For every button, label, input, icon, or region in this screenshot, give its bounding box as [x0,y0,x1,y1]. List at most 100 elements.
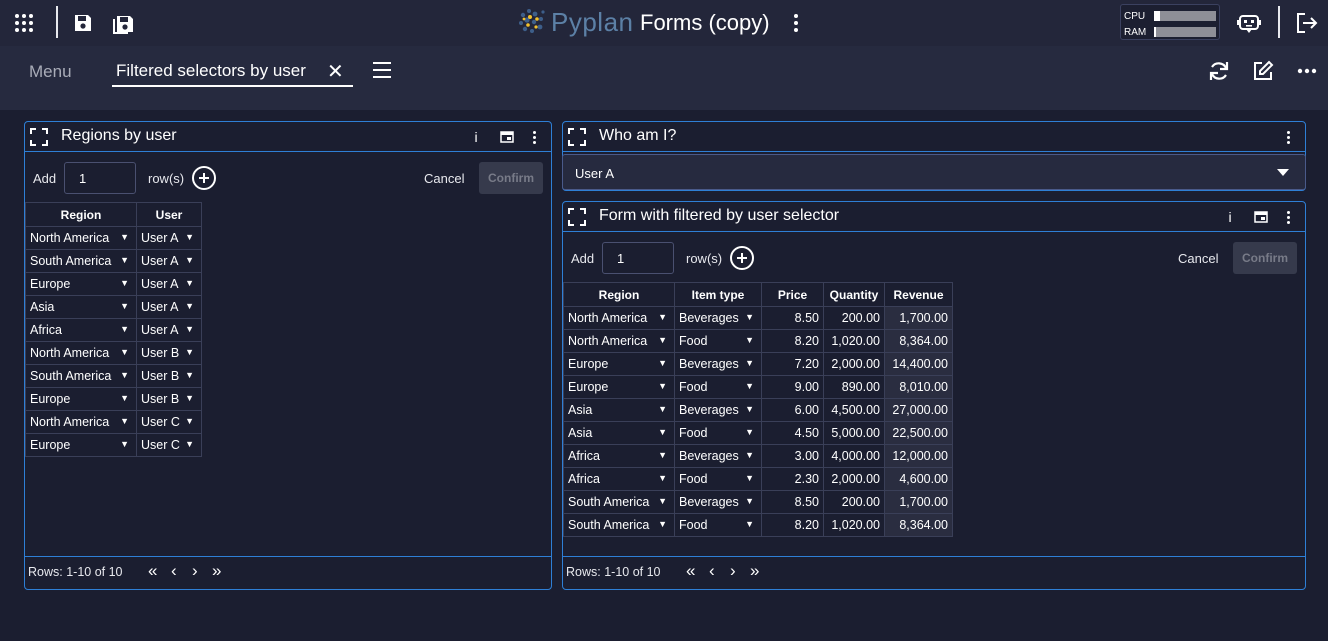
user-select-cell[interactable]: User A ▼ [136,318,202,342]
dropdown-arrow-icon[interactable]: ▼ [120,370,129,380]
add-row-button[interactable] [192,166,216,190]
apps-grid-icon[interactable] [12,0,36,46]
refresh-icon[interactable] [1206,58,1232,84]
dropdown-arrow-icon[interactable]: ▼ [658,450,667,460]
logout-icon[interactable] [1294,0,1320,46]
dropdown-arrow-icon[interactable]: ▼ [745,404,754,414]
region-select-cell[interactable]: North America ▼ [25,410,137,434]
region-select-cell[interactable]: Africa ▼ [563,467,675,491]
price-cell[interactable]: 6.00 [761,398,824,422]
dropdown-arrow-icon[interactable]: ▼ [658,496,667,506]
table-view-icon[interactable] [499,128,515,146]
dropdown-arrow-icon[interactable]: ▼ [120,255,129,265]
column-header-revenue[interactable]: Revenue [884,282,953,307]
dropdown-arrow-icon[interactable]: ▼ [745,312,754,322]
price-cell[interactable]: 8.50 [761,306,824,330]
user-select-cell[interactable]: User B ▼ [136,341,202,365]
region-select-cell[interactable]: Europe ▼ [25,433,137,457]
dropdown-arrow-icon[interactable]: ▼ [745,381,754,391]
dropdown-arrow-icon[interactable]: ▼ [120,278,129,288]
quantity-cell[interactable]: 4,500.00 [823,398,885,422]
dropdown-arrow-icon[interactable]: ▼ [745,519,754,529]
edit-icon[interactable] [1250,58,1276,84]
close-tab-icon[interactable]: ✕ [327,59,344,84]
hamburger-menu-icon[interactable] [373,62,391,78]
panel-more-icon[interactable] [1281,208,1295,226]
user-select-cell[interactable]: User C ▼ [136,410,202,434]
region-select-cell[interactable]: North America ▼ [25,226,137,250]
price-cell[interactable]: 8.20 [761,513,824,537]
add-row-button[interactable] [730,246,754,270]
dropdown-arrow-icon[interactable]: ▼ [120,324,129,334]
region-select-cell[interactable]: Africa ▼ [563,444,675,468]
column-header-region[interactable]: Region [25,202,137,227]
dropdown-arrow-icon[interactable]: ▼ [185,324,194,334]
panel-more-icon[interactable] [1281,128,1295,146]
quantity-cell[interactable]: 890.00 [823,375,885,399]
column-header-user[interactable]: User [136,202,202,227]
quantity-cell[interactable]: 1,020.00 [823,513,885,537]
user-select-cell[interactable]: User A ▼ [136,272,202,296]
last-page-icon[interactable]: » [212,562,221,579]
info-icon[interactable]: i [471,128,481,146]
region-select-cell[interactable]: South America ▼ [25,249,137,273]
item-type-select-cell[interactable]: Beverages ▼ [674,306,762,330]
item-type-select-cell[interactable]: Beverages ▼ [674,444,762,468]
quantity-cell[interactable]: 2,000.00 [823,467,885,491]
more-options-icon[interactable] [1294,58,1320,84]
table-view-icon[interactable] [1253,208,1269,226]
item-type-select-cell[interactable]: Beverages ▼ [674,398,762,422]
column-header-quantity[interactable]: Quantity [823,282,885,307]
next-page-icon[interactable]: › [730,562,736,579]
column-header-item-type[interactable]: Item type [674,282,762,307]
dropdown-arrow-icon[interactable]: ▼ [185,393,194,403]
dropdown-arrow-icon[interactable]: ▼ [185,416,194,426]
dropdown-arrow-icon[interactable]: ▼ [185,347,194,357]
confirm-button[interactable]: Confirm [1233,242,1297,274]
price-cell[interactable]: 8.20 [761,329,824,353]
expand-icon[interactable] [568,128,586,146]
item-type-select-cell[interactable]: Food ▼ [674,467,762,491]
dropdown-arrow-icon[interactable]: ▼ [745,427,754,437]
user-selector[interactable]: User A [562,154,1306,190]
region-select-cell[interactable]: Europe ▼ [563,352,675,376]
app-more-options-icon[interactable] [786,8,806,38]
next-page-icon[interactable]: › [192,562,198,579]
item-type-select-cell[interactable]: Food ▼ [674,375,762,399]
price-cell[interactable]: 4.50 [761,421,824,445]
dropdown-arrow-icon[interactable]: ▼ [658,335,667,345]
dropdown-arrow-icon[interactable]: ▼ [120,416,129,426]
dropdown-arrow-icon[interactable]: ▼ [120,301,129,311]
item-type-select-cell[interactable]: Beverages ▼ [674,490,762,514]
column-header-price[interactable]: Price [761,282,824,307]
item-type-select-cell[interactable]: Food ▼ [674,329,762,353]
quantity-cell[interactable]: 200.00 [823,490,885,514]
expand-icon[interactable] [568,208,586,226]
price-cell[interactable]: 2.30 [761,467,824,491]
dropdown-arrow-icon[interactable]: ▼ [120,232,129,242]
dropdown-arrow-icon[interactable]: ▼ [185,370,194,380]
price-cell[interactable]: 3.00 [761,444,824,468]
region-select-cell[interactable]: South America ▼ [563,490,675,514]
dropdown-arrow-icon[interactable]: ▼ [745,335,754,345]
dropdown-arrow-icon[interactable]: ▼ [185,301,194,311]
add-rows-input[interactable] [64,162,136,194]
user-select-cell[interactable]: User A ▼ [136,249,202,273]
item-type-select-cell[interactable]: Beverages ▼ [674,352,762,376]
first-page-icon[interactable]: « [148,562,157,579]
dropdown-arrow-icon[interactable]: ▼ [185,255,194,265]
dropdown-arrow-icon[interactable]: ▼ [185,278,194,288]
column-header-region[interactable]: Region [563,282,675,307]
dropdown-arrow-icon[interactable]: ▼ [745,496,754,506]
dropdown-arrow-icon[interactable]: ▼ [185,439,194,449]
dropdown-arrow-icon[interactable]: ▼ [745,473,754,483]
dropdown-arrow-icon[interactable]: ▼ [120,347,129,357]
region-select-cell[interactable]: Africa ▼ [25,318,137,342]
region-select-cell[interactable]: South America ▼ [25,364,137,388]
region-select-cell[interactable]: North America ▼ [25,341,137,365]
prev-page-icon[interactable]: ‹ [171,562,177,579]
dropdown-arrow-icon[interactable]: ▼ [658,381,667,391]
dropdown-arrow-icon[interactable]: ▼ [658,427,667,437]
dropdown-arrow-icon[interactable]: ▼ [658,519,667,529]
item-type-select-cell[interactable]: Food ▼ [674,513,762,537]
